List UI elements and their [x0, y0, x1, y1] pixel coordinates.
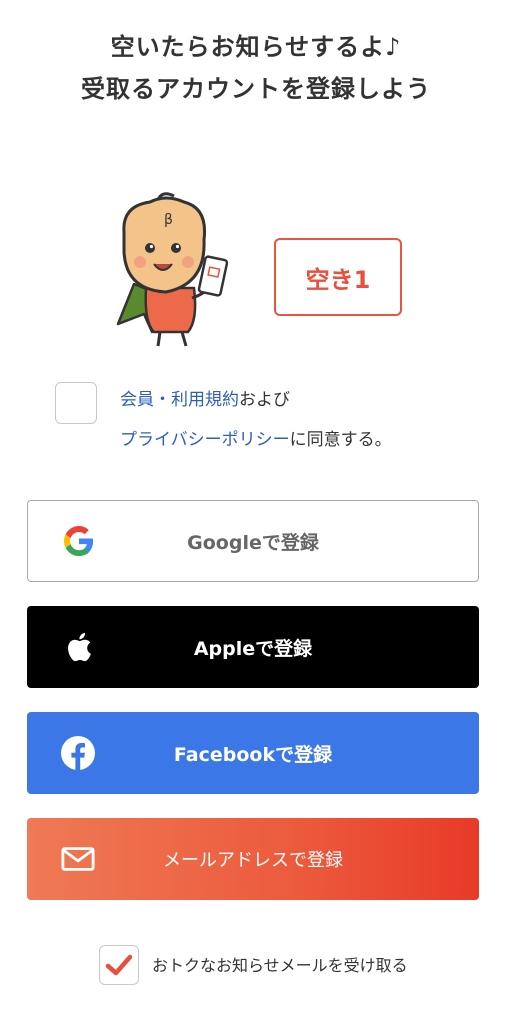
- facebook-icon: [61, 736, 95, 770]
- email-signup-button[interactable]: メールアドレスで登録: [27, 818, 479, 900]
- newsletter-checkbox[interactable]: [99, 945, 139, 985]
- terms-agreement-text: 会員・利用規約および プライバシーポリシーに同意する。: [120, 380, 392, 460]
- google-signup-label: Googleで登録: [187, 531, 319, 554]
- and-text: および: [239, 390, 290, 410]
- page-title: 空いたらお知らせするよ♪ 受取るアカウントを登録しよう: [0, 26, 512, 110]
- apple-signup-button[interactable]: Appleで登録: [27, 606, 479, 688]
- consent-text: に同意する。: [289, 430, 392, 450]
- checkmark-icon: [105, 954, 133, 976]
- mascot-illustration: β: [104, 192, 236, 348]
- terms-agree-checkbox[interactable]: [55, 382, 97, 424]
- headline-line-1: 空いたらお知らせするよ♪: [110, 33, 402, 61]
- google-signup-button[interactable]: Googleで登録: [27, 500, 479, 582]
- email-signup-label: メールアドレスで登録: [163, 850, 343, 871]
- headline-line-2: 受取るアカウントを登録しよう: [81, 75, 431, 103]
- status-badge: 空き1: [274, 238, 402, 316]
- terms-link[interactable]: 会員・利用規約: [120, 390, 239, 410]
- newsletter-label: おトクなお知らせメールを受け取る: [152, 956, 408, 975]
- mail-icon: [61, 842, 95, 876]
- svg-text:β: β: [164, 212, 173, 228]
- privacy-policy-link[interactable]: プライバシーポリシー: [120, 430, 290, 450]
- google-g-icon: [62, 524, 96, 558]
- facebook-signup-button[interactable]: Facebookで登録: [27, 712, 479, 794]
- facebook-signup-label: Facebookで登録: [173, 743, 333, 766]
- apple-icon: [61, 630, 95, 664]
- apple-signup-label: Appleで登録: [193, 637, 313, 660]
